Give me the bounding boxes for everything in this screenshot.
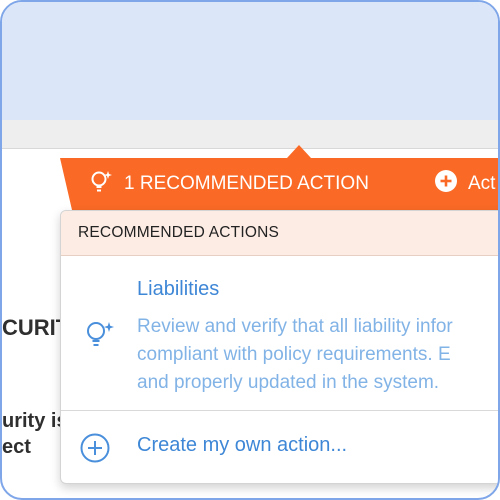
recommended-action-button[interactable]: 1 RECOMMENDED ACTION (88, 168, 369, 200)
background-text-line1: urity is (2, 410, 68, 432)
create-own-action-label: Create my own action... (137, 434, 348, 456)
recommendation-description: Review and verify that all liability inf… (137, 313, 498, 397)
recommended-actions-panel: RECOMMENDED ACTIONS Liabilities Review a… (60, 210, 498, 484)
top-band (2, 2, 498, 120)
panel-header: RECOMMENDED ACTIONS (61, 211, 498, 256)
lightbulb-sparkle-icon (88, 168, 114, 200)
add-action-label: Act (468, 173, 496, 194)
description-line: Review and verify that all liability inf… (137, 316, 453, 337)
app-window: CURIT urity is ect 1 RECOMMENDED ACTION … (0, 0, 500, 500)
plus-circle-icon (79, 432, 111, 469)
description-line: compliant with policy requirements. E (137, 344, 451, 365)
recommendation-title: Liabilities (137, 278, 220, 300)
recommended-action-label: 1 RECOMMENDED ACTION (124, 173, 369, 194)
background-text-line2: ect (2, 436, 31, 458)
toolbar-notch (287, 145, 311, 158)
plus-circle-icon (434, 169, 458, 199)
create-own-action-button[interactable]: Create my own action... (61, 411, 498, 482)
gray-strip (2, 120, 498, 149)
add-action-button[interactable]: Act (434, 168, 495, 200)
lightbulb-sparkle-icon (83, 318, 117, 357)
recommendation-item[interactable]: Liabilities Review and verify that all l… (61, 256, 498, 411)
description-line: and properly updated in the system. (137, 372, 440, 393)
